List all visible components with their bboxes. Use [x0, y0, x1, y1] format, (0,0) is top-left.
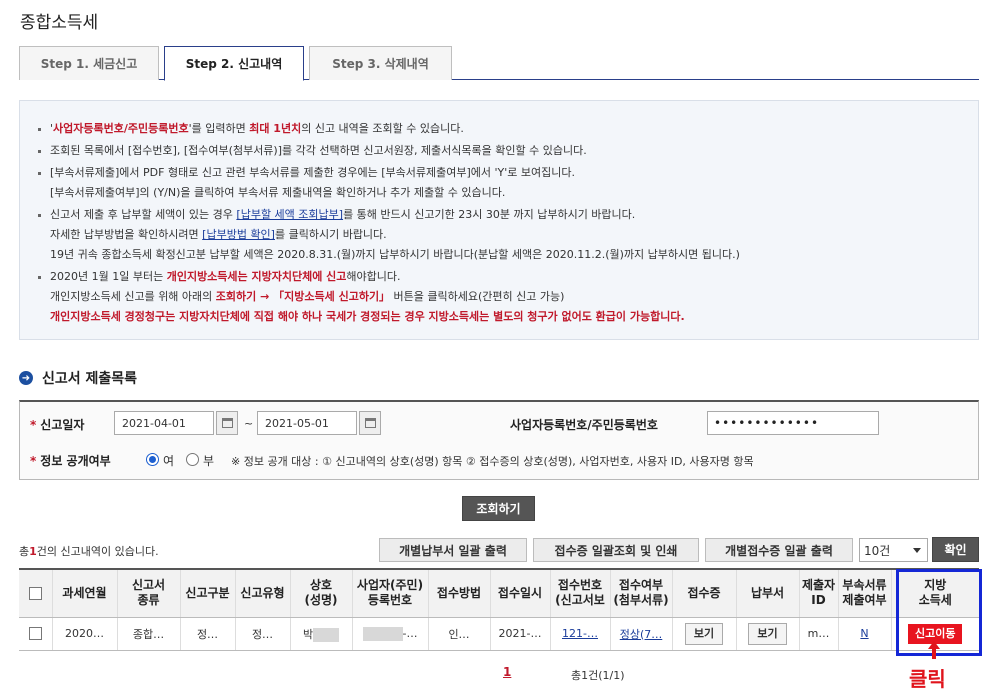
col-header: 신고구분: [180, 568, 236, 618]
bulk-payment-print-button[interactable]: 개별납부서 일괄 출력: [379, 538, 527, 562]
notice-item: 신고서 제출 후 납부할 세액이 있는 경우 [납부할 세액 조회납부]를 통해…: [34, 205, 968, 265]
notice-item: 2020년 1월 1일 부터는 개인지방소득세는 지방자치단체에 신고해야합니다…: [34, 267, 968, 327]
page-summary: 총1건(1/1): [571, 669, 625, 682]
date-from-input[interactable]: 2021-04-01: [114, 411, 214, 435]
receipt-no-link[interactable]: 121-…: [562, 627, 598, 640]
tax-payment-link[interactable]: [납부할 세액 조회납부]: [236, 208, 343, 221]
search-panel: * 신고일자 2021-04-01 ~ 2021-05-01 사업자등록번호/주민…: [19, 400, 979, 480]
view-payment-button[interactable]: 보기: [748, 622, 787, 645]
col-header: 상호 (성명): [290, 568, 353, 618]
cell-status[interactable]: 정상(7…: [610, 617, 673, 651]
tab-step1[interactable]: Step 1. 세금신고: [19, 46, 159, 80]
tab-step2[interactable]: Step 2. 신고내역: [164, 46, 304, 81]
row-checkbox[interactable]: [19, 617, 53, 651]
date-label: * 신고일자: [30, 418, 85, 432]
col-header: 접수증: [672, 568, 737, 618]
col-header: 과세연월: [52, 568, 118, 618]
calendar-icon[interactable]: [359, 411, 381, 435]
cell-submitter: m…: [799, 617, 839, 651]
section-title: ➜ 신고서 제출목록: [19, 368, 137, 388]
id-label: 사업자등록번호/주민등록번호: [510, 418, 658, 432]
notice-item: '사업자등록번호/주민등록번호'를 입력하면 최대 1년치의 신고 내역을 조회…: [34, 119, 968, 139]
confirm-button[interactable]: 확인: [932, 537, 979, 562]
public-yes-radio[interactable]: [146, 453, 159, 466]
individual-receipt-print-button[interactable]: 개별접수증 일괄 출력: [705, 538, 853, 562]
table-row: 2020… 종합… 정… 정… 박 -… 인… 2021-… 121-… 정상(…: [19, 617, 979, 651]
select-all-checkbox[interactable]: [19, 568, 53, 618]
attach-link[interactable]: N: [860, 627, 868, 640]
cell-receipt-no[interactable]: 121-…: [550, 617, 611, 651]
public-note: ※ 정보 공개 대상 : ① 신고내역의 상호(성명) 항목 ② 접수증의 상호…: [231, 455, 754, 468]
col-header: 부속서류 제출여부: [838, 568, 892, 618]
status-link[interactable]: 정상(7…: [620, 628, 663, 641]
table-header-row: 과세연월 신고서 종류 신고구분 신고유형 상호 (성명) 사업자(주민) 등록번호 …: [19, 568, 979, 618]
report-table: 과세연월 신고서 종류 신고구분 신고유형 상호 (성명) 사업자(주민) 등록번호 …: [19, 568, 979, 651]
col-header: 제출자 ID: [799, 568, 839, 618]
notice-item: [부속서류제출]에서 PDF 형태로 신고 관련 부속서류를 제출한 경우에는 …: [34, 163, 968, 203]
arrow-up-icon: [928, 641, 940, 659]
tab-step3[interactable]: Step 3. 삭제내역: [309, 46, 452, 80]
page-link-current[interactable]: 1: [503, 665, 511, 679]
id-input[interactable]: •••••••••••••: [707, 411, 879, 435]
cell-category: 정…: [180, 617, 236, 651]
masked-text: [313, 627, 340, 642]
cell-date: 2021-…: [490, 617, 551, 651]
col-header: 접수방법: [428, 568, 491, 618]
cell-attach[interactable]: N: [838, 617, 892, 651]
public-no-label: 부: [203, 454, 215, 468]
click-annotation: 클릭: [909, 667, 946, 691]
cell-period: 2020…: [52, 617, 118, 651]
cell-receipt: 보기: [672, 617, 737, 651]
col-header: 신고유형: [235, 568, 291, 618]
col-header: 신고서 종류: [117, 568, 181, 618]
page-title: 종합소득세: [20, 13, 99, 33]
col-header: 접수번호 (신고서보: [550, 568, 611, 618]
cell-kind: 정…: [235, 617, 291, 651]
view-receipt-button[interactable]: 보기: [684, 622, 724, 645]
arrow-right-circle-icon: ➜: [19, 371, 33, 385]
date-separator: ~: [244, 417, 254, 430]
page-size-select[interactable]: 10건: [859, 538, 928, 562]
col-header: 접수여부 (첨부서류): [610, 568, 673, 618]
col-header: 사업자(주민) 등록번호: [352, 568, 429, 618]
col-header: 납부서: [736, 568, 800, 618]
notice-item: 조회된 목록에서 [접수번호], [접수여부(첨부서류)]를 각각 선택하면 신…: [34, 141, 968, 161]
step-tabs: Step 1. 세금신고 Step 2. 신고내역 Step 3. 삭제내역: [19, 46, 979, 81]
public-yes-label: 여: [163, 454, 175, 468]
chevron-down-icon: [913, 548, 921, 553]
masked-text: [362, 626, 403, 641]
public-no-radio[interactable]: [186, 453, 199, 466]
search-button[interactable]: 조회하기: [462, 496, 535, 521]
cell-name: 박: [290, 617, 353, 651]
cell-reg-no: -…: [352, 617, 429, 651]
bulk-receipt-print-button[interactable]: 접수증 일괄조회 및 인쇄: [533, 538, 699, 562]
public-label: * 정보 공개여부: [30, 454, 111, 468]
cell-method: 인…: [428, 617, 491, 651]
calendar-icon[interactable]: [216, 411, 238, 435]
cell-payment: 보기: [736, 617, 800, 651]
col-header: 접수일시: [490, 568, 551, 618]
date-to-input[interactable]: 2021-05-01: [257, 411, 357, 435]
result-count: 총1건의 신고내역이 있습니다.: [19, 545, 159, 558]
payment-method-link[interactable]: [납부방법 확인]: [202, 228, 275, 241]
notice-box: '사업자등록번호/주민등록번호'를 입력하면 최대 1년치의 신고 내역을 조회…: [19, 100, 979, 340]
cell-type: 종합…: [117, 617, 181, 651]
